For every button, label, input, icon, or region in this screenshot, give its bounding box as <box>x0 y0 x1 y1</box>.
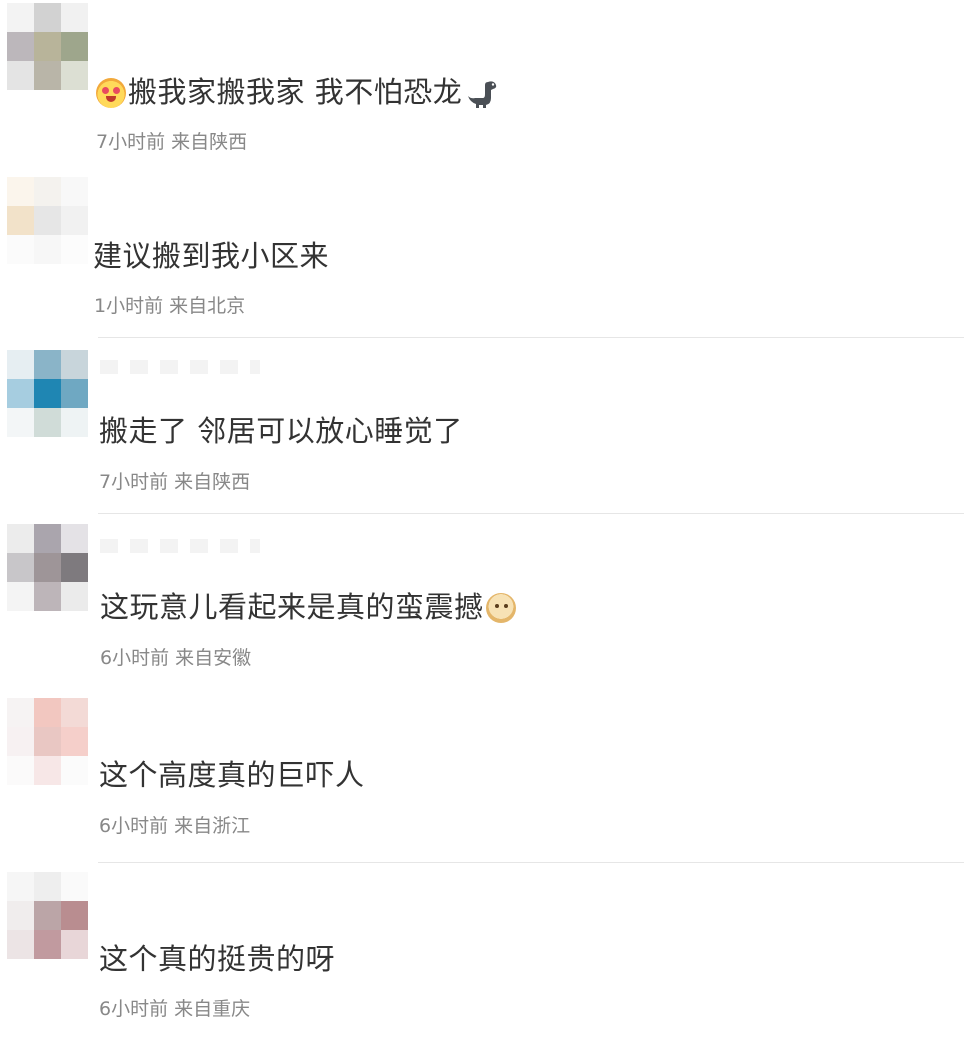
heart-eyes-face-icon <box>96 78 126 108</box>
avatar-pixel <box>7 235 34 264</box>
avatar[interactable] <box>7 3 88 90</box>
avatar-pixel <box>61 553 88 582</box>
avatar-pixel <box>34 32 61 61</box>
avatar-pixel <box>7 727 34 756</box>
avatar-pixel <box>34 350 61 379</box>
comment-text: 搬走了 邻居可以放心睡觉了 <box>99 414 463 448</box>
avatar-pixel <box>7 32 34 61</box>
avatar-pixel <box>34 235 61 264</box>
comment-text: 建议搬到我小区来 <box>93 239 330 273</box>
comment-body: 搬我家搬我家 我不怕恐龙 <box>128 75 463 109</box>
comment-body: 这玩意儿看起来是真的蛮震撼 <box>100 590 484 624</box>
comment-text: 这个真的挺贵的呀 <box>99 942 336 976</box>
divider <box>98 513 964 514</box>
avatar-pixel <box>7 553 34 582</box>
avatar-pixel <box>34 901 61 930</box>
comment-item: 搬我家搬我家 我不怕恐龙 7小时前 来自陕西 <box>0 0 964 174</box>
avatar-pixel <box>61 3 88 32</box>
avatar-pixel <box>34 930 61 959</box>
avatar-pixel <box>61 206 88 235</box>
comment-feed: { "comments": [ { "text": "搬我家搬我家 我不怕恐龙"… <box>0 0 964 1037</box>
comment-meta: 7小时前 来自陕西 <box>99 471 251 493</box>
avatar-pixel <box>7 61 34 90</box>
avatar-pixel <box>61 379 88 408</box>
avatar-pixel <box>7 582 34 611</box>
avatar-pixel <box>34 3 61 32</box>
avatar-pixel <box>34 206 61 235</box>
avatar-pixel <box>7 524 34 553</box>
username-blurred <box>100 360 260 374</box>
doge-icon <box>485 593 516 623</box>
avatar-pixel <box>61 727 88 756</box>
avatar-pixel <box>7 756 34 785</box>
comment-item: 这个高度真的巨吓人 6小时前 来自浙江 <box>0 695 964 869</box>
avatar-pixel <box>34 553 61 582</box>
divider <box>98 337 964 338</box>
avatar-pixel <box>34 61 61 90</box>
avatar-pixel <box>61 408 88 437</box>
avatar-pixel <box>7 177 34 206</box>
avatar-pixel <box>34 872 61 901</box>
comment-text: 搬我家搬我家 我不怕恐龙 <box>96 70 500 114</box>
avatar-pixel <box>61 350 88 379</box>
avatar-pixel <box>7 901 34 930</box>
avatar-pixel <box>34 524 61 553</box>
avatar-pixel <box>7 3 34 32</box>
avatar-pixel <box>34 698 61 727</box>
comment-meta: 6小时前 来自浙江 <box>99 815 251 837</box>
comment-meta: 6小时前 来自安徽 <box>100 647 252 669</box>
avatar-pixel <box>61 756 88 785</box>
avatar-pixel <box>61 235 88 264</box>
comment-text: 这个高度真的巨吓人 <box>99 758 365 792</box>
avatar-pixel <box>7 379 34 408</box>
avatar-pixel <box>7 930 34 959</box>
avatar-pixel <box>61 177 88 206</box>
avatar-pixel <box>7 350 34 379</box>
comment-item: 建议搬到我小区来 1小时前 来自北京 <box>0 174 964 348</box>
avatar-pixel <box>7 206 34 235</box>
username-blurred <box>100 539 260 553</box>
avatar[interactable] <box>7 872 88 959</box>
comment-meta: 1小时前 来自北京 <box>94 295 246 317</box>
avatar[interactable] <box>7 524 88 611</box>
avatar-pixel <box>7 408 34 437</box>
comment-item: 搬走了 邻居可以放心睡觉了 7小时前 来自陕西 <box>0 337 964 521</box>
avatar-pixel <box>61 901 88 930</box>
comment-meta: 7小时前 来自陕西 <box>96 131 248 153</box>
avatar-pixel <box>61 524 88 553</box>
avatar-pixel <box>61 930 88 959</box>
avatar-pixel <box>7 698 34 727</box>
avatar-pixel <box>34 408 61 437</box>
comment-item: 这玩意儿看起来是真的蛮震撼 6小时前 来自安徽 <box>0 513 964 695</box>
avatar[interactable] <box>7 698 88 785</box>
avatar-pixel <box>61 61 88 90</box>
avatar-pixel <box>61 582 88 611</box>
avatar[interactable] <box>7 350 88 437</box>
dinosaur-icon <box>466 76 500 108</box>
avatar-pixel <box>34 727 61 756</box>
comment-meta: 6小时前 来自重庆 <box>99 998 251 1020</box>
avatar-pixel <box>61 698 88 727</box>
comment-text: 这玩意儿看起来是真的蛮震撼 <box>100 585 516 629</box>
avatar-pixel <box>34 379 61 408</box>
avatar-pixel <box>61 872 88 901</box>
avatar-pixel <box>34 582 61 611</box>
comment-item: 这个真的挺贵的呀 6小时前 来自重庆 <box>0 862 964 1043</box>
avatar-pixel <box>34 756 61 785</box>
avatar-pixel <box>34 177 61 206</box>
avatar-pixel <box>7 872 34 901</box>
avatar-pixel <box>61 32 88 61</box>
avatar[interactable] <box>7 177 88 264</box>
divider <box>98 862 964 863</box>
